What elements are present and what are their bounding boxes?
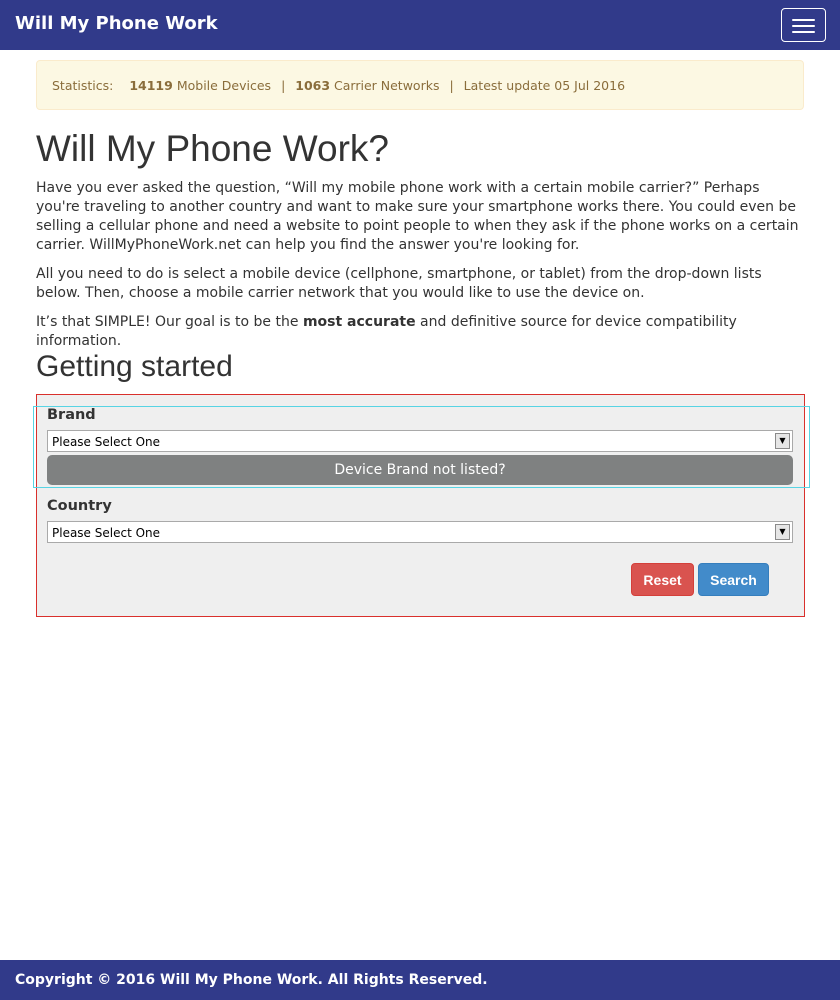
section-title: Getting started (36, 350, 233, 383)
brand-not-listed-button[interactable]: Device Brand not listed? (47, 455, 793, 485)
reset-button[interactable]: Reset (631, 563, 694, 596)
search-button[interactable]: Search (698, 563, 769, 596)
stats-separator: | (449, 78, 454, 93)
copyright-text: Copyright © 2016 Will My Phone Work. All… (15, 972, 488, 988)
page-title: Will My Phone Work? (36, 128, 389, 169)
devices-label: Mobile Devices (176, 78, 272, 93)
menu-toggle-button[interactable] (781, 8, 826, 42)
brand-select[interactable]: Please Select One ▼ (47, 430, 793, 452)
stats-separator: | (281, 78, 286, 93)
networks-count: 1063 (295, 78, 331, 93)
emphasis-text: most accurate (302, 314, 416, 330)
country-select[interactable]: Please Select One ▼ (47, 521, 793, 543)
brand-label: Brand (47, 407, 96, 423)
statistics-label: Statistics: (52, 78, 114, 93)
brand-select-value: Please Select One (52, 435, 161, 449)
country-select-value: Please Select One (52, 526, 161, 540)
latest-update: Latest update 05 Jul 2016 (463, 78, 626, 93)
dropdown-arrow-icon: ▼ (775, 524, 790, 540)
brand-link[interactable]: Will My Phone Work (15, 13, 218, 34)
intro-paragraph-2: All you need to do is select a mobile de… (36, 266, 762, 301)
networks-label: Carrier Networks (334, 78, 440, 93)
footer: Copyright © 2016 Will My Phone Work. All… (0, 960, 840, 1000)
navbar: Will My Phone Work (0, 0, 840, 50)
statistics-alert: Statistics: 14119 Mobile Devices | 1063 … (36, 60, 804, 110)
dropdown-arrow-icon: ▼ (775, 433, 790, 449)
intro-paragraph-1: Have you ever asked the question, “Will … (36, 180, 799, 253)
country-label: Country (47, 498, 112, 514)
devices-count: 14119 (129, 78, 173, 93)
intro-paragraph-3: It’s that SIMPLE! Our goal is to be the … (36, 314, 737, 349)
